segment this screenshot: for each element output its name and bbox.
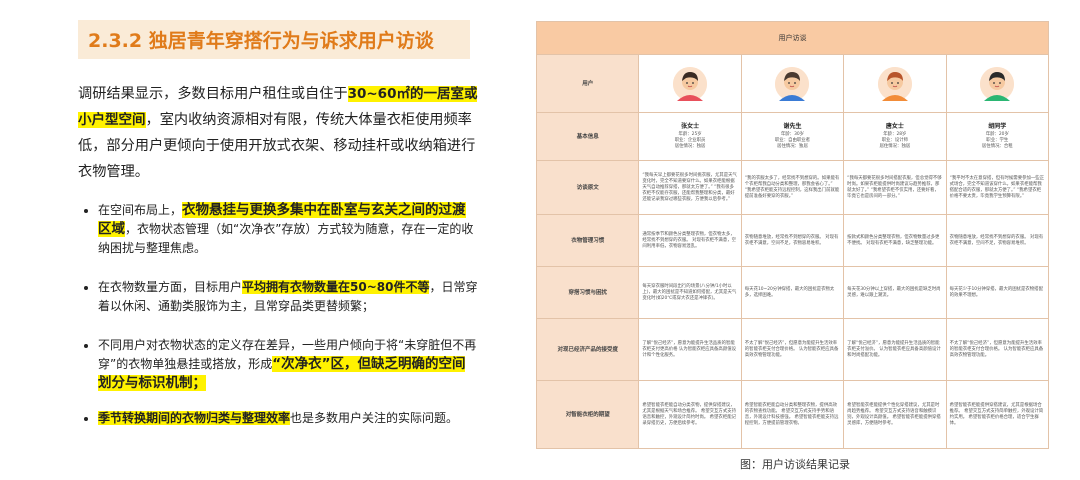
avatar xyxy=(877,66,912,101)
user-avatar-cell xyxy=(740,54,845,113)
user-avatar-cell xyxy=(638,54,742,113)
table-cell: 希望智能衣柜能自动分类衣物，提供穿搭建议，尤其是根据天气和场合推荐。 希望交互方… xyxy=(638,380,742,449)
interview-table-figure: 用户访谈 用户 基本信息 张女士 年龄：25岁 职业：企业职员 居住情况：独居 谢先生… xyxy=(535,21,1050,449)
row-label: 用户 xyxy=(535,54,640,113)
table-cell: “我每天早上都要花很多时间挑衣服，尤其是天气变化时，完全不知道要穿什么。如果衣柜… xyxy=(638,160,742,215)
section-title-bar: 2.3.2 独居青年穿搭行为与诉求用户访谈 xyxy=(78,20,470,59)
intro-paragraph: 调研结果显示，多数目标用户租住或自住于30~60㎡的一居室或小户型空间，室内收纳… xyxy=(78,81,478,185)
item-text: 在衣物数量方面，目标用户 xyxy=(98,280,243,294)
row-label: 衣物管理习惯 xyxy=(535,214,640,267)
table-cell: 不太了解“悦己经济”，但愿意为能提升生活效率的智能衣柜支付合理价格。 认为智能衣… xyxy=(945,318,1050,381)
avatar xyxy=(775,66,810,101)
list-item: 不同用户对衣物状态的定义存在差异，一些用户倾向于将“未穿脏但不再穿”的衣物单独悬… xyxy=(98,336,478,393)
avatar xyxy=(980,66,1015,101)
table-cell: 希望智能衣柜能提供个性化穿搭建议，尤其是时尚趋势推荐。 希望交互方式支持语音和触… xyxy=(843,380,947,449)
item-text: 在空间布局上， xyxy=(98,203,183,217)
user-info: 胡同学 年龄：20岁 职业：学生 居住情况：合租 xyxy=(945,112,1050,161)
text-column: 2.3.2 独居青年穿搭行为与诉求用户访谈 调研结果显示，多数目标用户租住或自住… xyxy=(78,20,478,448)
avatar xyxy=(673,66,708,101)
table-cell: “我每天都要花很多时间搭配衣服，但总觉得不够时尚。如果衣柜能提供时尚建议与趋势推… xyxy=(843,160,947,215)
table-cell: 每天花30分钟以上穿搭，最大的困扰是缺乏时尚灵感，难以跟上潮流。 xyxy=(843,266,947,319)
row-label: 对智能衣柜的期望 xyxy=(535,380,640,449)
user-info: 谢先生 年龄：30岁 职业：自由职业者 居住情况：独居 xyxy=(740,112,845,161)
user-avatar-cell xyxy=(945,54,1050,113)
list-item: 在衣物数量方面，目标用户平均拥有衣物数量在50~80件不等，日常穿着以休闲、通勤… xyxy=(98,278,478,316)
table-header: 用户访谈 xyxy=(536,21,1049,55)
user-info: 唐女士 年龄：28岁 职业：设计师 居住情况：独居 xyxy=(843,112,947,161)
row-label: 穿搭习惯与困扰 xyxy=(535,266,640,319)
table-cell: 了解“悦己经济”，愿意为能提升生活品质的智能衣柜支付更高价格 认为智能衣柜应具备… xyxy=(638,318,742,381)
interview-table: 用户访谈 用户 基本信息 张女士 年龄：25岁 职业：企业职员 居住情况：独居 谢先生… xyxy=(535,21,1050,449)
list-item: 季节转换期间的衣物归类与整理效率也是多数用户关注的实际问题。 xyxy=(98,409,478,428)
table-cell: 了解“悦己经济”，愿意为能提升生活品质的智能衣柜支付溢价。 认为智能衣柜应具备高… xyxy=(843,318,947,381)
item-text: 也是多数用户关注的实际问题。 xyxy=(290,411,459,425)
table-cell: 希望智能衣柜能自动分类和整理衣物，提供高效的衣物查找功能。 希望交互方式支持手势… xyxy=(740,380,845,449)
row-label: 基本信息 xyxy=(535,112,640,161)
user-avatar-cell xyxy=(843,54,947,113)
table-cell: 每天花10~20分钟穿搭，最大的困扰是衣物太多，选择困难。 xyxy=(740,266,845,319)
findings-list: 在空间布局上，衣物悬挂与更换多集中在卧室与玄关之间的过渡区域，衣物状态管理（如“… xyxy=(78,201,478,428)
section-title: 2.3.2 独居青年穿搭行为与诉求用户访谈 xyxy=(88,30,434,52)
intro-text: 调研结果显示，多数目标用户租住或自住于 xyxy=(78,86,348,102)
item-highlight: 季节转换期间的衣物归类与整理效率 xyxy=(98,411,291,425)
table-cell: “我平时不太在意穿搭，但有时候需要参加一些正式场合，完全不知道该穿什么。如果衣柜… xyxy=(945,160,1050,215)
figure-caption: 图：用户访谈结果记录 xyxy=(740,458,850,471)
table-cell: 按款式和颜色分类整理衣物，但衣物数量过多更不便找。 对现有衣柜不满意，缺乏整理功… xyxy=(843,214,947,267)
row-label: 访谈原文 xyxy=(535,160,640,215)
table-cell: 通常按季节和颜色分类整理衣物，但衣物太多，经常找不到想穿的衣服。 对现有衣柜不满… xyxy=(638,214,742,267)
table-cell: “我的衣服太多了，经常找不到想穿的。如果能有个衣柜帮我自动分类和整理，那我会省心… xyxy=(740,160,845,215)
table-cell: 衣物随意堆放，经常找不到想穿的衣服。 对现有衣柜不满意，空间不足，衣物容易堆积。 xyxy=(740,214,845,267)
item-highlight: 平均拥有衣物数量在50~80件不等 xyxy=(242,280,430,294)
table-cell: 希望智能衣柜能提供穿搭建议，尤其是根据场合推荐。 希望交互方式支持简单触控，外观… xyxy=(945,380,1050,449)
item-text: ，衣物状态管理（如“次净衣”存放）方式较为随意，存在一定的收纳困扰与整理焦虑。 xyxy=(98,222,474,255)
table-cell: 每天穿衣服时间段出行的场景(八分钟/1小时以上)，最大的困扰是不知道如何搭配，尤… xyxy=(638,266,742,319)
table-cell: 衣物随意堆放，经常找不到想穿的衣服。 对现有衣柜不满意，空间不足，衣物容易堆积。 xyxy=(945,214,1050,267)
table-cell: 每天花少于10分钟穿搭，最大的困扰是衣物搭配的效果不理想。 xyxy=(945,266,1050,319)
row-label: 对现已经济产品的接受度 xyxy=(535,318,640,381)
list-item: 在空间布局上，衣物悬挂与更换多集中在卧室与玄关之间的过渡区域，衣物状态管理（如“… xyxy=(98,201,478,258)
user-info: 张女士 年龄：25岁 职业：企业职员 居住情况：独居 xyxy=(638,112,742,161)
table-cell: 不太了解“悦己经济”，但愿意为能提升生活效率的智能衣柜支付合理价格。 认为智能衣… xyxy=(740,318,845,381)
